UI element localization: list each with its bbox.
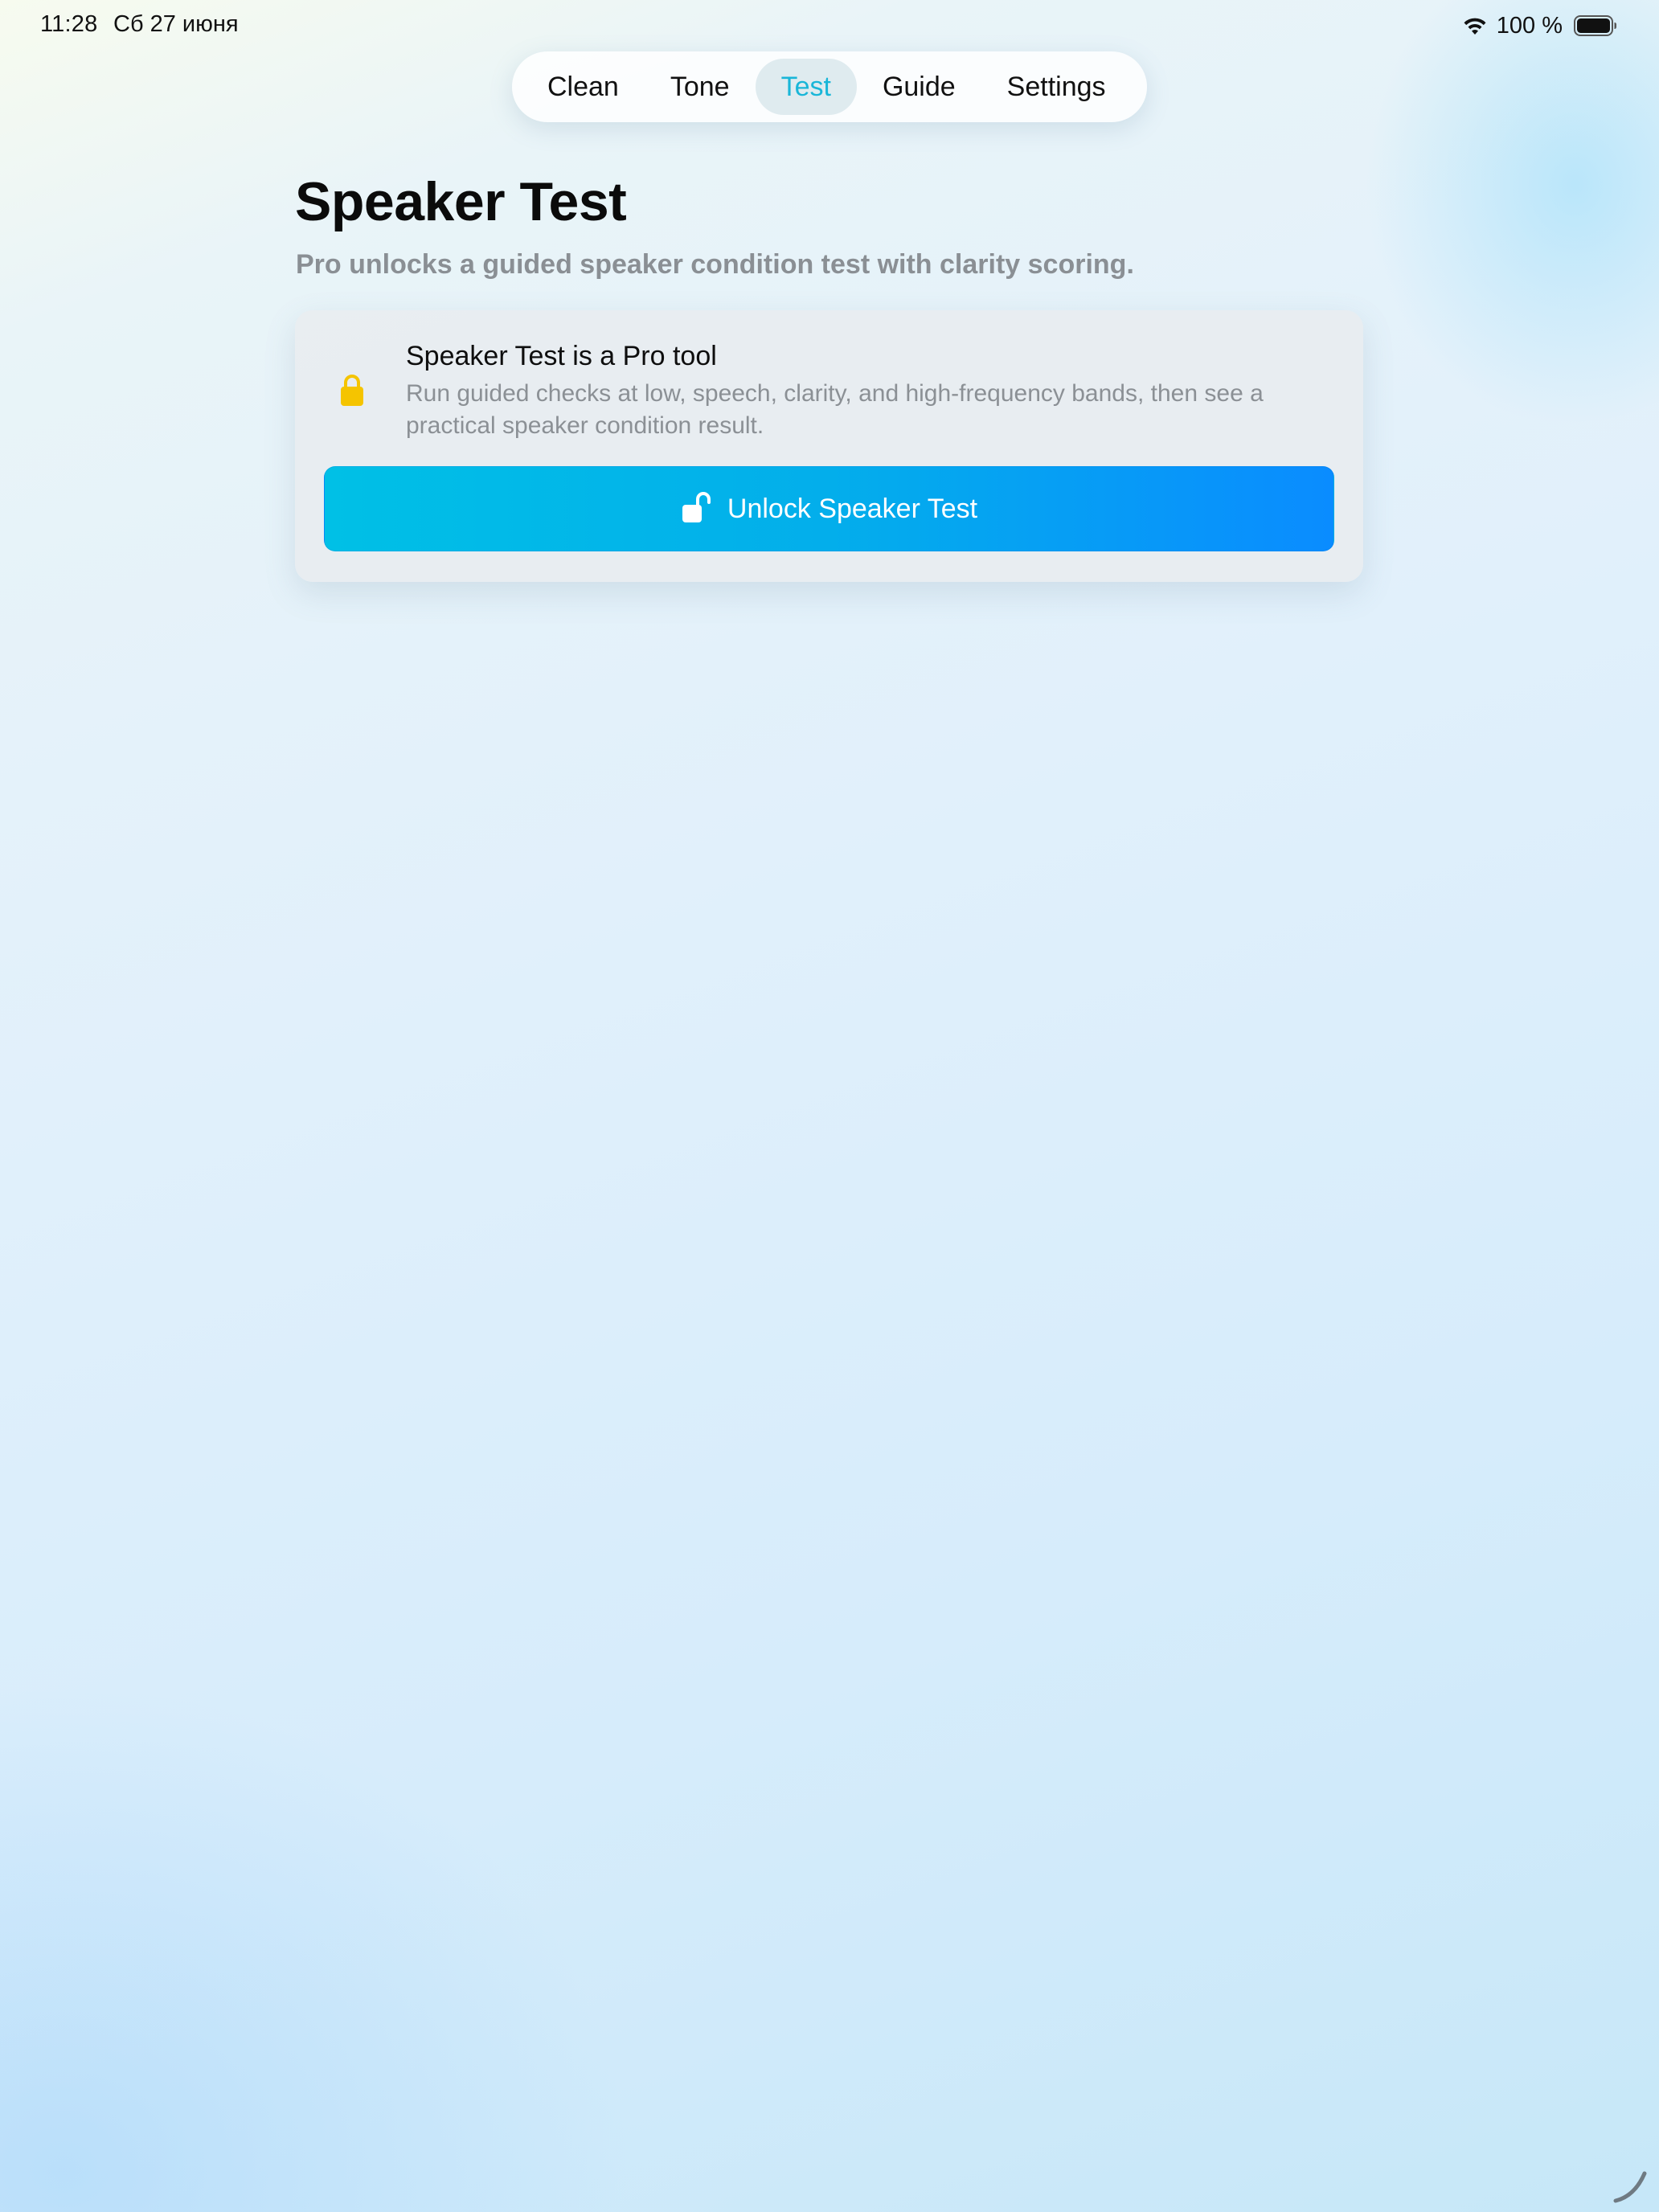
unlock-speaker-test-button[interactable]: Unlock Speaker Test	[324, 466, 1334, 551]
battery-icon	[1574, 15, 1617, 36]
card-title: Speaker Test is a Pro tool	[406, 341, 717, 371]
corner-gesture-indicator	[1611, 2165, 1651, 2206]
battery-percent: 100 %	[1496, 12, 1563, 39]
tab-clean[interactable]: Clean	[522, 59, 645, 115]
wifi-icon	[1461, 15, 1489, 36]
status-date: Сб 27 июня	[113, 11, 239, 37]
unlock-icon	[681, 491, 711, 523]
status-time: 11:28	[40, 11, 98, 37]
card-description: Run guided checks at low, speech, clarit…	[406, 380, 1264, 439]
tab-test[interactable]: Test	[755, 59, 857, 115]
unlock-button-label: Unlock Speaker Test	[727, 493, 978, 524]
status-indicators: 100 %	[1461, 11, 1617, 40]
page-subtitle: Pro unlocks a guided speaker condition t…	[296, 249, 1134, 280]
tab-tone[interactable]: Tone	[645, 59, 756, 115]
status-bar: 11:28 Сб 27 июня 100 %	[0, 0, 1659, 51]
tab-bar: Clean Tone Test Guide Settings	[512, 51, 1147, 122]
lock-icon	[340, 373, 364, 407]
page-title: Speaker Test	[295, 171, 627, 232]
pro-upsell-card: Speaker Test is a Pro tool Run guided ch…	[295, 310, 1363, 582]
tab-guide[interactable]: Guide	[857, 59, 981, 115]
tab-settings[interactable]: Settings	[981, 59, 1132, 115]
